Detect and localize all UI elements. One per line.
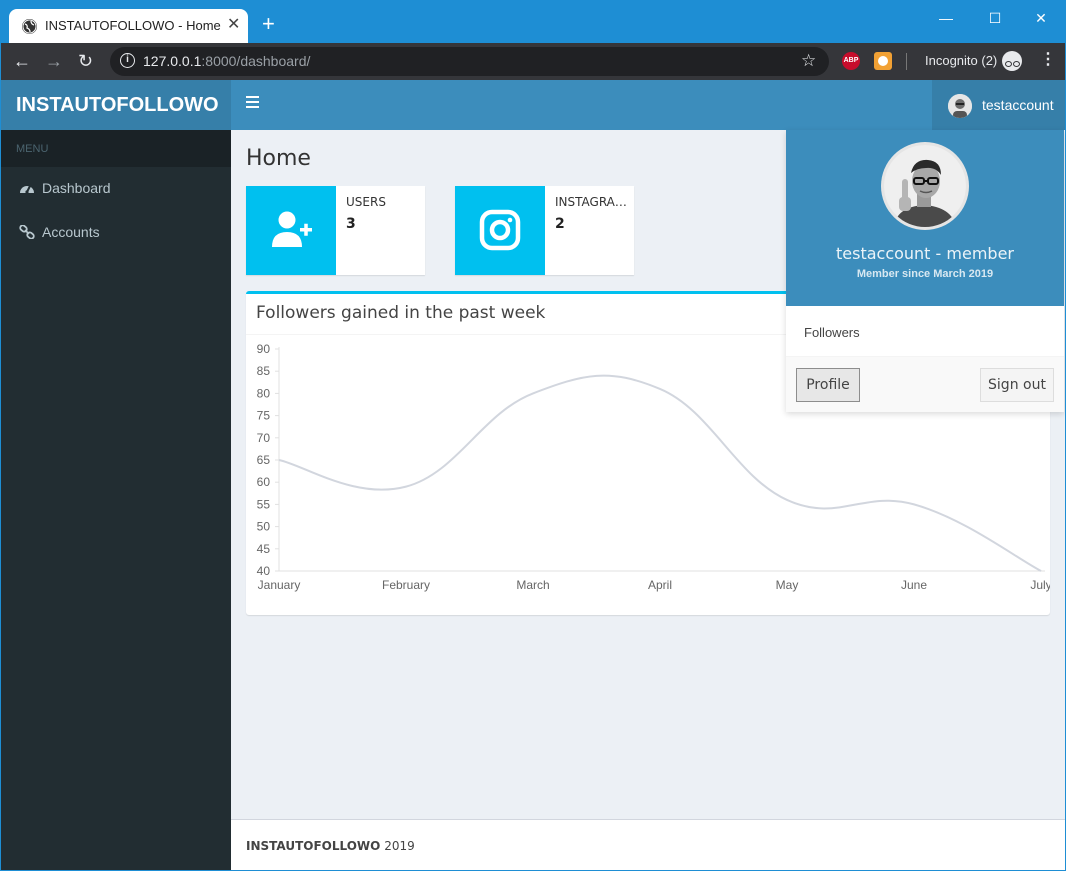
x-tick-label: March <box>516 578 549 592</box>
url-text[interactable]: 127.0.0.1:8000/dashboard/ <box>143 53 310 69</box>
minimize-icon[interactable]: — <box>931 7 961 29</box>
toolbar-divider <box>906 53 907 70</box>
infobox-icon-bg <box>455 186 545 275</box>
adblock-extension-icon[interactable]: ABP <box>842 52 860 70</box>
forward-icon[interactable]: → <box>45 51 63 71</box>
y-tick-label: 80 <box>257 386 271 400</box>
incognito-icon[interactable] <box>1002 51 1022 71</box>
window-close-icon[interactable]: ✕ <box>1026 7 1056 29</box>
bookmark-star-icon[interactable]: ☆ <box>801 51 816 71</box>
sidebar-menu-header: MENU <box>1 130 231 167</box>
y-tick-label: 40 <box>257 564 271 578</box>
browser-tab[interactable]: INSTAUTOFOLLOWO - Home ✕ <box>9 9 248 44</box>
sidebar-item-label: Dashboard <box>42 180 111 196</box>
x-tick-label: February <box>382 578 430 592</box>
x-tick-label: June <box>901 578 927 592</box>
page-title: Home <box>246 146 311 171</box>
instagram-icon <box>479 209 521 251</box>
sidebar-item-accounts[interactable]: Accounts <box>1 211 231 255</box>
sidebar-toggle-icon[interactable] <box>246 96 259 109</box>
infobox-label: USERS <box>346 195 386 209</box>
y-tick-label: 55 <box>257 497 271 511</box>
y-tick-label: 50 <box>257 520 271 534</box>
chart-box-title: Followers gained in the past week <box>256 303 546 323</box>
followers-link[interactable]: Followers <box>804 325 860 340</box>
infobox-users: USERS 3 <box>246 186 425 275</box>
y-tick-label: 85 <box>257 364 271 378</box>
member-since-text: Member since March 2019 <box>856 268 994 280</box>
user-dropdown: testaccount - member Member since March … <box>786 130 1064 412</box>
user-plus-icon <box>272 211 312 247</box>
x-tick-label: April <box>648 578 672 592</box>
y-tick-label: 70 <box>257 431 271 445</box>
footer-brand: INSTAUTOFOLLOWO <box>246 839 381 853</box>
avatar <box>881 142 969 230</box>
x-tick-label: May <box>776 578 799 592</box>
sign-out-button[interactable]: Sign out <box>980 368 1054 402</box>
infobox-icon-bg <box>246 186 336 275</box>
top-navbar: testaccount <box>231 80 1065 130</box>
tab-title: INSTAUTOFOLLOWO - Home <box>45 18 221 33</box>
extension-icon[interactable] <box>874 52 892 70</box>
avatar <box>948 94 972 118</box>
browser-titlebar: INSTAUTOFOLLOWO - Home ✕ + — ☐ ✕ <box>0 0 1066 44</box>
infobox-instagram: INSTAGRAM ACCOUNTS 2 <box>455 186 634 275</box>
dropdown-user-title: testaccount - member <box>835 244 1014 263</box>
user-dropdown-header: testaccount - member Member since March … <box>786 130 1064 306</box>
maximize-icon[interactable]: ☐ <box>980 7 1010 29</box>
dashboard-icon <box>19 181 35 195</box>
infobox-value: 2 <box>555 216 565 232</box>
browser-menu-icon[interactable]: ⋮ <box>1040 52 1056 68</box>
y-tick-label: 45 <box>257 542 271 556</box>
x-tick-label: July <box>1030 578 1050 592</box>
address-bar[interactable]: i 127.0.0.1:8000/dashboard/ ☆ <box>110 47 829 76</box>
back-icon[interactable]: ← <box>13 51 31 71</box>
y-tick-label: 60 <box>257 475 271 489</box>
sidebar-item-dashboard[interactable]: Dashboard <box>1 167 231 211</box>
incognito-label[interactable]: Incognito (2) <box>925 53 997 68</box>
info-icon[interactable]: i <box>120 53 135 68</box>
footer-year: 2019 <box>384 839 415 853</box>
page-footer: INSTAUTOFOLLOWO 2019 <box>231 819 1065 871</box>
globe-icon <box>22 19 37 34</box>
tab-close-icon[interactable]: ✕ <box>227 16 240 34</box>
reload-icon[interactable]: ↻ <box>78 51 93 71</box>
user-dropdown-body: Followers <box>786 306 1064 357</box>
profile-button[interactable]: Profile <box>796 368 860 402</box>
app-logo[interactable]: INSTAUTOFOLLOWO <box>1 80 231 130</box>
user-menu-name: testaccount <box>982 97 1054 113</box>
y-tick-label: 65 <box>257 453 271 467</box>
y-tick-label: 90 <box>257 342 271 356</box>
link-icon <box>19 224 35 240</box>
user-menu[interactable]: testaccount <box>932 80 1065 130</box>
user-dropdown-footer: Profile Sign out <box>786 357 1064 412</box>
sidebar: MENU Dashboard Accounts <box>1 130 231 871</box>
x-tick-label: January <box>258 578 301 592</box>
infobox-label: INSTAGRAM ACCOUNTS <box>555 195 630 209</box>
browser-toolbar: ← → ↻ i 127.0.0.1:8000/dashboard/ ☆ ABP … <box>0 43 1066 80</box>
y-tick-label: 75 <box>257 409 271 423</box>
infobox-value: 3 <box>346 216 356 232</box>
sidebar-item-label: Accounts <box>42 224 100 240</box>
new-tab-button[interactable]: + <box>262 13 275 35</box>
